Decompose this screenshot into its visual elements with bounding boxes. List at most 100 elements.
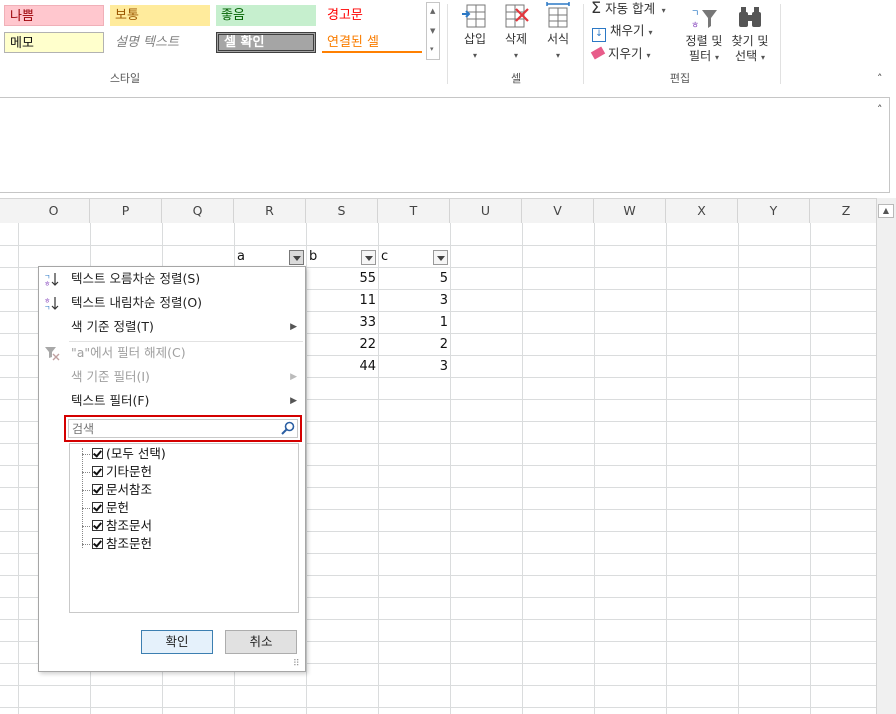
sort-ascending-item[interactable]: ㄱ ㅎ 텍스트 오름차순 정렬(S) (39, 268, 305, 290)
table-cell[interactable]: 3 (378, 356, 448, 378)
filter-dropdown-b[interactable] (361, 250, 376, 265)
vertical-scrollbar[interactable] (876, 198, 896, 714)
table-cell[interactable]: 22 (306, 334, 376, 356)
chevron-down-icon: ▾ (659, 6, 666, 15)
chevron-down-icon: ▾ (714, 53, 719, 62)
column-header-w[interactable]: W (594, 199, 666, 223)
submenu-arrow-icon: ▶ (290, 372, 297, 382)
column-header-z[interactable]: Z (810, 199, 882, 223)
autofilter-dropdown: ㄱ ㅎ 텍스트 오름차순 정렬(S) ㅎ ㄱ 텍스트 내림차순 정렬(O) 색 … (38, 266, 306, 672)
style-explanatory[interactable]: 설명 텍스트 (110, 32, 210, 53)
collapse-ribbon-icon[interactable]: ˄ (877, 72, 883, 85)
sort-ascending-icon: ㄱ ㅎ (44, 273, 59, 287)
autosum-button[interactable]: Σ 자동 합계 ▾ (591, 0, 666, 20)
list-item[interactable]: 참조문헌 (92, 535, 152, 553)
insert-cells-icon (462, 4, 486, 28)
grid-row-line (0, 707, 876, 708)
checkbox-checked-icon[interactable] (92, 520, 103, 531)
cells-group-label: 셀 (510, 72, 522, 85)
insert-label: 삽입 (463, 32, 487, 46)
gallery-scroll[interactable]: ▲ ▼ ▾ (426, 2, 440, 60)
column-header-u[interactable]: U (450, 199, 522, 223)
find-select-button[interactable]: 찾기 및 선택 ▾ (728, 4, 772, 65)
table-header-c[interactable]: c (381, 246, 431, 268)
column-header-y[interactable]: Y (738, 199, 810, 223)
ribbon: 나쁨 보통 좋음 경고문 메모 설명 텍스트 셀 확인 연결된 셀 ▲ ▼ ▾ … (0, 0, 896, 89)
resize-grip-icon[interactable]: ⠿ (293, 659, 300, 669)
collapse-formula-bar-icon[interactable]: ˄ (877, 103, 883, 116)
sort-by-color-item[interactable]: 색 기준 정렬(T) ▶ (39, 316, 305, 338)
delete-label: 삭제 (504, 32, 528, 46)
checkbox-checked-icon[interactable] (92, 466, 103, 477)
table-header-a[interactable]: a (237, 246, 287, 268)
editing-group-label: 편집 (669, 72, 691, 85)
svg-text:ㅎ: ㅎ (691, 21, 699, 31)
clear-button[interactable]: 지우기 ▾ (590, 45, 651, 65)
delete-button[interactable]: 삭제 ▾ (497, 2, 535, 63)
svg-text:ㄱ: ㄱ (691, 9, 699, 19)
style-check-cell[interactable]: 셀 확인 (216, 32, 316, 53)
table-cell[interactable]: 5 (378, 268, 448, 290)
list-item[interactable]: 문헌 (92, 499, 129, 517)
list-item[interactable]: 기타문헌 (92, 463, 152, 481)
sort-descending-item[interactable]: ㅎ ㄱ 텍스트 내림차순 정렬(O) (39, 292, 305, 314)
format-label: 서식 (546, 32, 570, 46)
cancel-button[interactable]: 취소 (225, 630, 297, 654)
text-filter-item[interactable]: 텍스트 필터(F) ▶ (39, 390, 305, 412)
column-header-r[interactable]: R (234, 199, 306, 223)
style-linked-cell[interactable]: 연결된 셀 (322, 32, 422, 53)
gallery-more-icon[interactable]: ▾ (430, 45, 434, 53)
table-header-b[interactable]: b (309, 246, 359, 268)
table-cell[interactable]: 1 (378, 312, 448, 334)
style-bad[interactable]: 나쁨 (4, 5, 104, 26)
insert-button[interactable]: 삽입 ▾ (456, 2, 494, 63)
list-item[interactable]: 참조문서 (92, 517, 152, 535)
fill-button[interactable]: ↓ 채우기 ▾ (592, 22, 653, 42)
table-cell[interactable]: 11 (306, 290, 376, 312)
checkbox-checked-icon[interactable] (92, 484, 103, 495)
style-warning-text[interactable]: 경고문 (322, 5, 422, 26)
gallery-up-icon[interactable]: ▲ (430, 7, 435, 15)
sort-filter-button[interactable]: ㄱ ㅎ 정렬 및 필터 ▾ (680, 4, 728, 65)
svg-text:ㄱ: ㄱ (44, 304, 50, 311)
filter-by-color-item[interactable]: 색 기준 필터(I) ▶ (39, 366, 305, 388)
column-header-s[interactable]: S (306, 199, 378, 223)
binoculars-icon (739, 7, 761, 27)
chevron-down-icon: ▾ (472, 51, 477, 60)
list-item-select-all[interactable]: (모두 선택) (92, 445, 166, 463)
column-header-o[interactable]: O (18, 199, 90, 223)
column-header-t[interactable]: T (378, 199, 450, 223)
table-cell[interactable]: 33 (306, 312, 376, 334)
filter-dropdown-c[interactable] (433, 250, 448, 265)
format-cells-icon (546, 2, 570, 28)
column-header-q[interactable]: Q (162, 199, 234, 223)
gallery-down-icon[interactable]: ▼ (430, 27, 435, 35)
checkbox-checked-icon[interactable] (92, 448, 103, 459)
table-cell[interactable]: 55 (306, 268, 376, 290)
chevron-down-icon: ▾ (646, 51, 651, 60)
search-input[interactable] (68, 419, 298, 438)
column-header-v[interactable]: V (522, 199, 594, 223)
table-cell[interactable]: 2 (378, 334, 448, 356)
style-neutral[interactable]: 보통 (110, 5, 210, 26)
search-icon[interactable] (281, 421, 295, 435)
ok-button[interactable]: 확인 (141, 630, 213, 654)
filter-value-list[interactable]: (모두 선택) 기타문헌 문서참조 문헌 참조문서 참조문헌 (69, 443, 299, 613)
style-good[interactable]: 좋음 (216, 5, 316, 26)
submenu-arrow-icon: ▶ (290, 322, 297, 332)
fill-down-icon: ↓ (592, 28, 606, 42)
list-item[interactable]: 문서참조 (92, 481, 152, 499)
format-button[interactable]: 서식 ▾ (539, 2, 577, 63)
column-header-p[interactable]: P (90, 199, 162, 223)
table-cell[interactable]: 44 (306, 356, 376, 378)
clear-filter-item[interactable]: "a"에서 필터 해제(C) (39, 342, 305, 364)
formula-bar-input[interactable] (0, 97, 890, 193)
style-note[interactable]: 메모 (4, 32, 104, 53)
checkbox-checked-icon[interactable] (92, 538, 103, 549)
scroll-up-icon[interactable]: ▲ (878, 204, 894, 218)
search-highlight (64, 415, 302, 442)
filter-dropdown-a[interactable] (289, 250, 304, 265)
checkbox-checked-icon[interactable] (92, 502, 103, 513)
column-header-x[interactable]: X (666, 199, 738, 223)
table-cell[interactable]: 3 (378, 290, 448, 312)
